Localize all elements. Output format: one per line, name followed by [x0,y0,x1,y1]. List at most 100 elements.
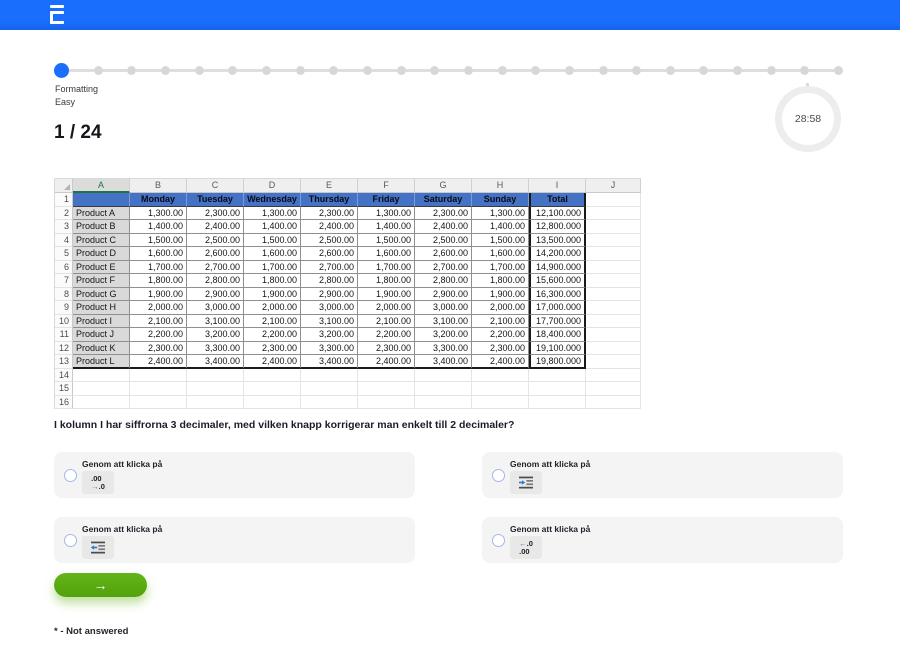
spreadsheet-cell: 12,800.000 [529,220,586,234]
step-connector [69,69,94,72]
spreadsheet-cell: 1,600.00 [358,247,415,261]
step-connector [204,69,229,72]
spreadsheet-cell: 2,400.00 [130,355,187,369]
step-dot [94,66,103,75]
spreadsheet-cell: 1,500.00 [130,234,187,248]
spreadsheet-cell [73,193,130,207]
spreadsheet-cell: 2,900.00 [415,288,472,302]
spreadsheet-cell: 1,700.00 [130,261,187,275]
spreadsheet-cell: 2,900.00 [187,288,244,302]
spreadsheet-header-cell: Wednesday [244,193,301,207]
step-connector [641,69,666,72]
timer-value: 28:58 [795,113,821,125]
spreadsheet-cell: 2,900.00 [301,288,358,302]
spreadsheet-cell [586,261,641,275]
radio-button[interactable] [64,534,77,547]
step-dot [397,66,406,75]
spreadsheet-cell: 3,100.00 [415,315,472,329]
next-button[interactable]: → [54,573,147,597]
step-connector [372,69,397,72]
spreadsheet-cell [301,382,358,396]
spreadsheet-cell [130,382,187,396]
spreadsheet-cell [244,369,301,383]
spreadsheet-cell: 2,100.00 [472,315,529,329]
step-connector [540,69,565,72]
spreadsheet-cell: 2,200.00 [358,328,415,342]
step-connector [473,69,498,72]
spreadsheet-cell: 3,400.00 [187,355,244,369]
spreadsheet-cell: 1,300.00 [130,207,187,221]
arrow-right-icon: → [94,578,108,592]
spreadsheet-cell: 2,400.00 [358,355,415,369]
spreadsheet-cell: 3,200.00 [301,328,358,342]
step-dot [464,66,473,75]
spreadsheet-header-cell: Total [529,193,586,207]
spreadsheet-col-header: G [415,179,472,193]
spreadsheet-cell: Product K [73,342,130,356]
spreadsheet-cell: 3,300.00 [301,342,358,356]
spreadsheet-cell: 2,700.00 [301,261,358,275]
step-dot [733,66,742,75]
spreadsheet-cell: Product H [73,301,130,315]
spreadsheet-cell: Product E [73,261,130,275]
radio-button[interactable] [492,469,505,482]
radio-button[interactable] [492,534,505,547]
spreadsheet-cell: 1,900.00 [358,288,415,302]
step-connector [406,69,431,72]
spreadsheet-cell: 1,900.00 [244,288,301,302]
step-dot [531,66,540,75]
step-connector [507,69,532,72]
spreadsheet-cell: 2,600.00 [301,247,358,261]
spreadsheet-cell: Product L [73,355,130,369]
spreadsheet-row-header: 16 [55,396,73,410]
step-dot [699,66,708,75]
option-label: Genom att klicka på [82,524,162,534]
option-label: Genom att klicka på [510,524,590,534]
step-connector [708,69,733,72]
spreadsheet-cell: 2,300.00 [301,207,358,221]
answer-option-2[interactable]: Genom att klicka på [482,452,843,498]
spreadsheet-cell: 1,900.00 [130,288,187,302]
spreadsheet-cell: 2,800.00 [301,274,358,288]
spreadsheet-cell: 1,700.00 [358,261,415,275]
spreadsheet-cell: 17,700.000 [529,315,586,329]
radio-button[interactable] [64,469,77,482]
answer-option-1[interactable]: Genom att klicka på .00 →.0 [54,452,415,498]
spreadsheet-cell: 3,400.00 [415,355,472,369]
spreadsheet-row-header: 13 [55,355,73,369]
spreadsheet-cell [301,369,358,383]
spreadsheet-cell [73,369,130,383]
step-connector [608,69,633,72]
step-connector [237,69,262,72]
spreadsheet-row-header: 3 [55,220,73,234]
spreadsheet-cell: 1,700.00 [472,261,529,275]
quiz-page: Formatting Easy 1 / 24 28:58 ABCDEFGHIJ1… [0,0,900,670]
spreadsheet-cell: Product G [73,288,130,302]
spreadsheet-cell: 2,700.00 [415,261,472,275]
step-connector [439,69,464,72]
spreadsheet-cell [73,396,130,410]
step-dot [296,66,305,75]
spreadsheet-col-header: B [130,179,187,193]
spreadsheet-cell: 2,400.00 [301,220,358,234]
spreadsheet-cell [187,396,244,410]
spreadsheet-cell: Product A [73,207,130,221]
spreadsheet-cell: 19,800.000 [529,355,586,369]
spreadsheet-cell [301,396,358,410]
not-answered-note: * - Not answered [54,626,128,637]
spreadsheet-cell: 19,100.000 [529,342,586,356]
spreadsheet-col-header: C [187,179,244,193]
spreadsheet-cell: 1,400.00 [358,220,415,234]
answer-option-4[interactable]: Genom att klicka på ←.0 .00 [482,517,843,563]
spreadsheet-cell [586,342,641,356]
spreadsheet-col-header: J [586,179,641,193]
spreadsheet-col-header: I [529,179,586,193]
step-connector [574,69,599,72]
answer-option-3[interactable]: Genom att klicka på [54,517,415,563]
spreadsheet-cell [73,382,130,396]
spreadsheet-cell [586,193,641,207]
spreadsheet-cell [586,369,641,383]
spreadsheet-header-cell: Monday [130,193,187,207]
spreadsheet-cell: 1,500.00 [472,234,529,248]
spreadsheet-cell: 2,000.00 [244,301,301,315]
